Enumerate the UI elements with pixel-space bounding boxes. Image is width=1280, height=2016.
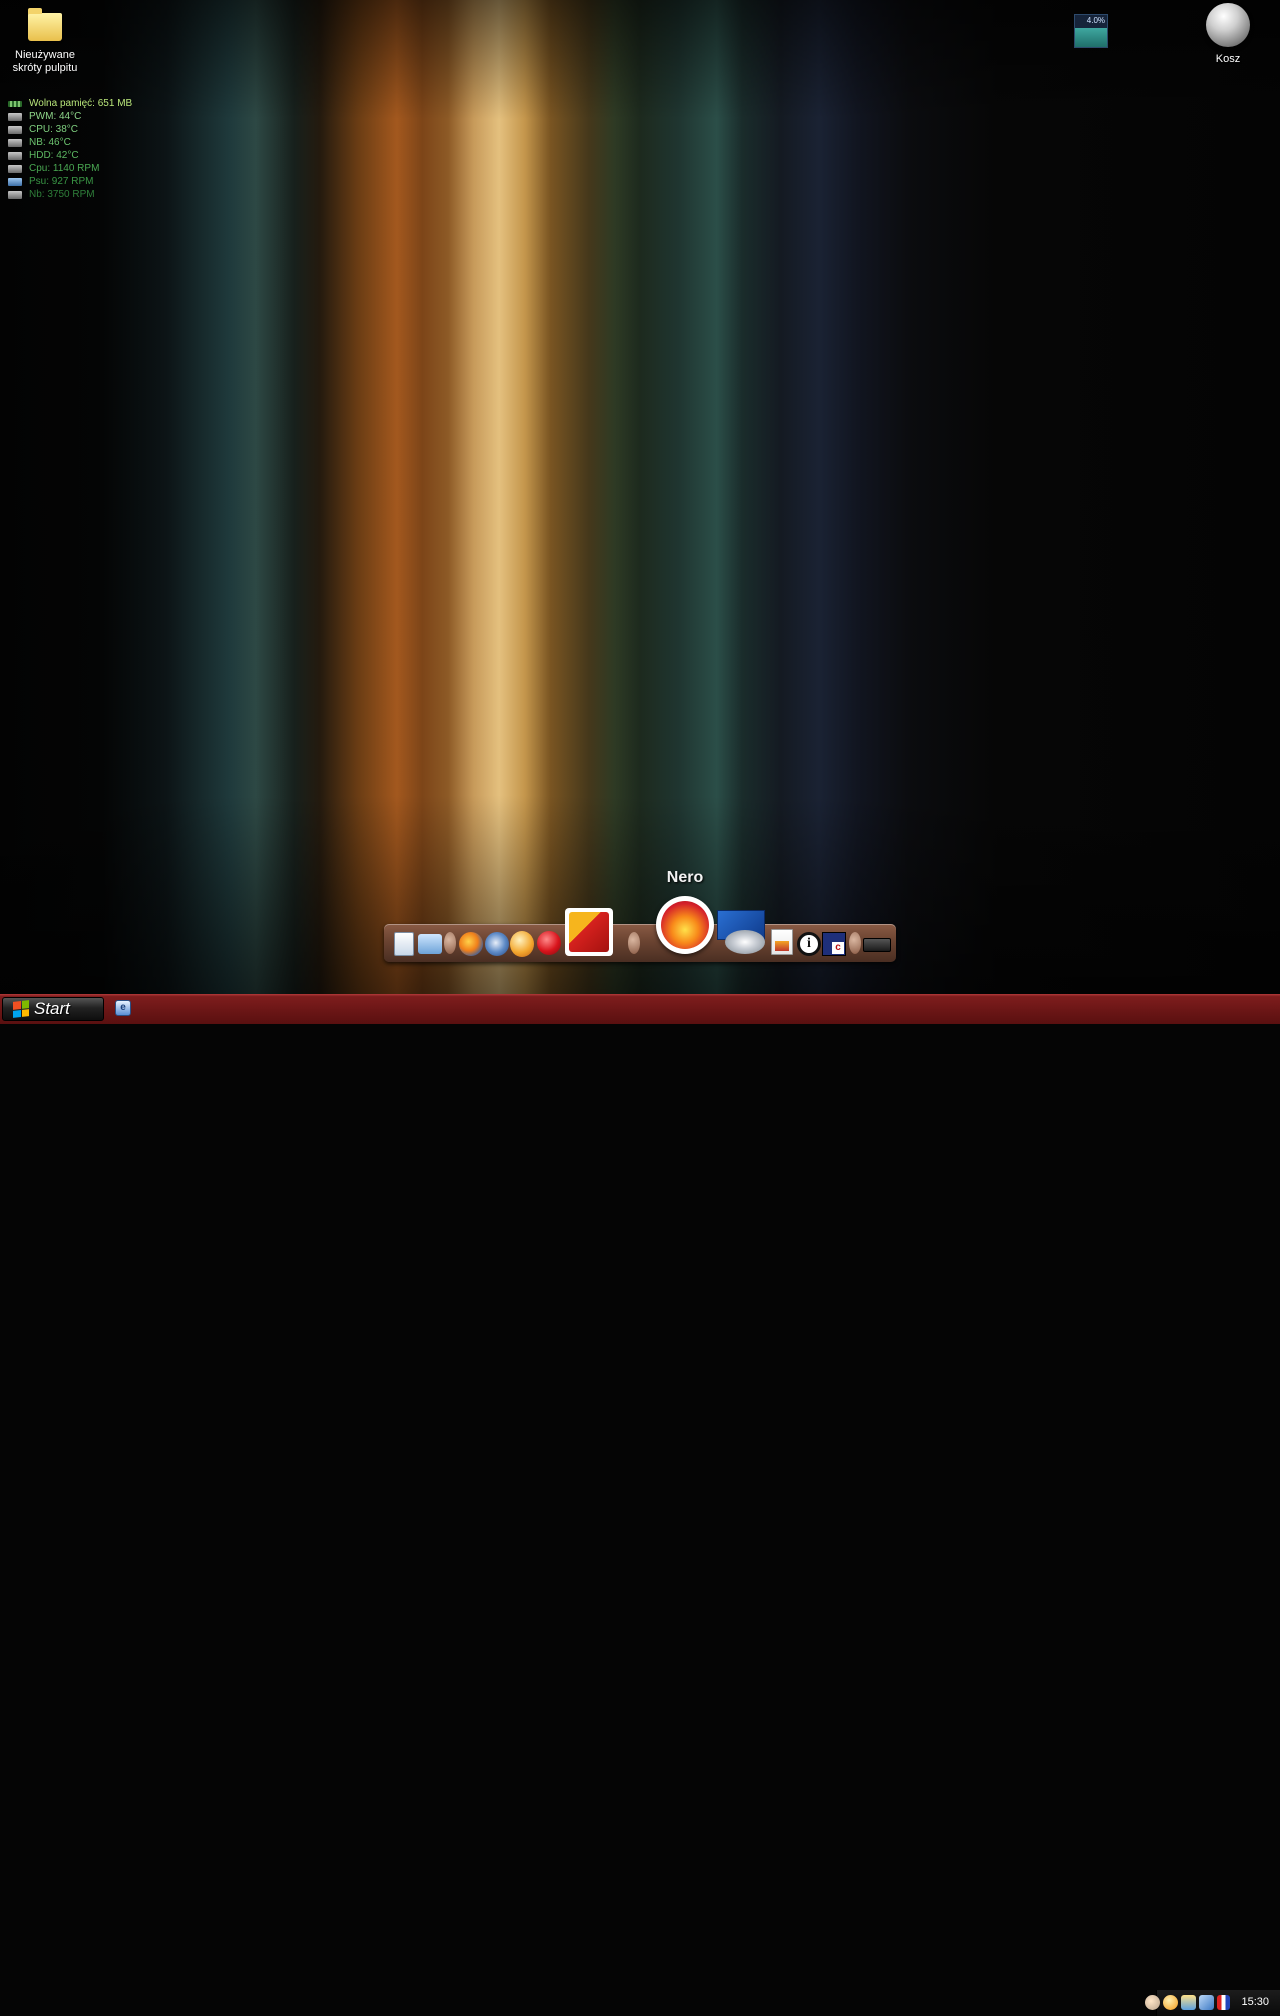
cpu-usage-label: 4.0% (1086, 16, 1105, 25)
sensor-row: HDD: 42°C (8, 149, 132, 162)
tray-network-icon[interactable] (1199, 1995, 1214, 2010)
keyboard-icon[interactable] (863, 938, 891, 952)
dock-tooltip: Nero (666, 869, 704, 886)
sensor-row: CPU: 38°C (8, 123, 132, 136)
dock-separator (628, 932, 640, 954)
c-icon[interactable]: c (822, 932, 846, 956)
firefox-icon[interactable] (459, 932, 483, 956)
dock-separator (849, 932, 861, 954)
sensor-row: Nb: 3750 RPM (8, 188, 132, 201)
sensor-text: Cpu: 1140 RPM (29, 163, 100, 174)
recycle-bin-icon (1206, 3, 1250, 47)
cd-icon (725, 930, 765, 954)
cpu-usage-fill (1075, 27, 1107, 47)
sensor-text: CPU: 38°C (29, 124, 79, 135)
app-3-icon[interactable] (565, 908, 613, 956)
sensor-text: NB: 46°C (29, 137, 71, 148)
sensor-row: Psu: 927 RPM (8, 175, 132, 188)
nero-flame-icon (661, 901, 709, 949)
sensor-text: Psu: 927 RPM (29, 176, 94, 187)
app-3-icon-face (569, 912, 609, 952)
folder-icon (28, 8, 62, 41)
recycle-bin[interactable]: Kosz (1192, 3, 1264, 66)
sensor-row: NB: 46°C (8, 136, 132, 149)
fan-icon (8, 164, 22, 173)
chip-icon (8, 138, 22, 147)
system-monitor: Wolna pamięć: 651 MB PWM: 44°C CPU: 38°C… (8, 97, 132, 201)
sensor-text: PWM: 44°C (29, 111, 82, 122)
folder-open-icon[interactable] (418, 934, 442, 954)
thunderbird-icon[interactable] (485, 932, 509, 956)
icon-label: Kosz (1215, 53, 1241, 65)
memory-icon (8, 100, 22, 107)
chip-icon (8, 190, 22, 199)
psu-icon (8, 177, 22, 186)
sensor-text: Nb: 3750 RPM (29, 189, 95, 200)
taskbar: Start 15:30 (0, 994, 1280, 2016)
start-label: Start (34, 999, 70, 1018)
windows-cd-icon[interactable] (717, 910, 765, 954)
fan-icon (8, 112, 22, 121)
desktop-wallpaper (0, 0, 1280, 994)
tray-orange-icon[interactable] (1163, 1995, 1178, 2010)
sensor-text: HDD: 42°C (29, 150, 79, 161)
icon-label: Nieużywane (15, 49, 75, 61)
tray-flash-icon[interactable] (1145, 1995, 1160, 2010)
opera-icon[interactable] (510, 931, 534, 957)
document-icon[interactable] (771, 929, 793, 955)
sensor-row: Wolna pamięć: 651 MB (8, 97, 132, 110)
capsule-icon[interactable] (537, 931, 561, 955)
cpu-usage-meter: 4.0% (1074, 14, 1108, 48)
sensor-row: Cpu: 1140 RPM (8, 162, 132, 175)
start-button[interactable]: Start (2, 997, 104, 1021)
tray-app-icon[interactable] (1217, 1995, 1230, 2010)
tray-messenger-icon[interactable] (1181, 1995, 1196, 2010)
notepad-icon[interactable] (394, 932, 414, 956)
icon-label: skróty pulpitu (12, 62, 78, 74)
cpu-icon (8, 125, 22, 134)
unused-shortcuts-icon[interactable]: Nieużywane skróty pulpitu (6, 8, 84, 75)
dock-separator (444, 932, 456, 954)
sensor-row: PWM: 44°C (8, 110, 132, 123)
info-icon[interactable]: i (797, 932, 821, 956)
document-image-icon (775, 941, 789, 951)
system-tray: 15:30 (1145, 1990, 1280, 2016)
nero-icon[interactable] (656, 896, 714, 954)
disk-icon (8, 151, 22, 160)
quick-launch-ie-icon[interactable]: e (115, 1000, 131, 1016)
windows-logo-icon (13, 1000, 29, 1018)
clock[interactable]: 15:30 (1241, 1996, 1269, 2008)
sensor-text: Wolna pamięć: 651 MB (29, 98, 133, 109)
